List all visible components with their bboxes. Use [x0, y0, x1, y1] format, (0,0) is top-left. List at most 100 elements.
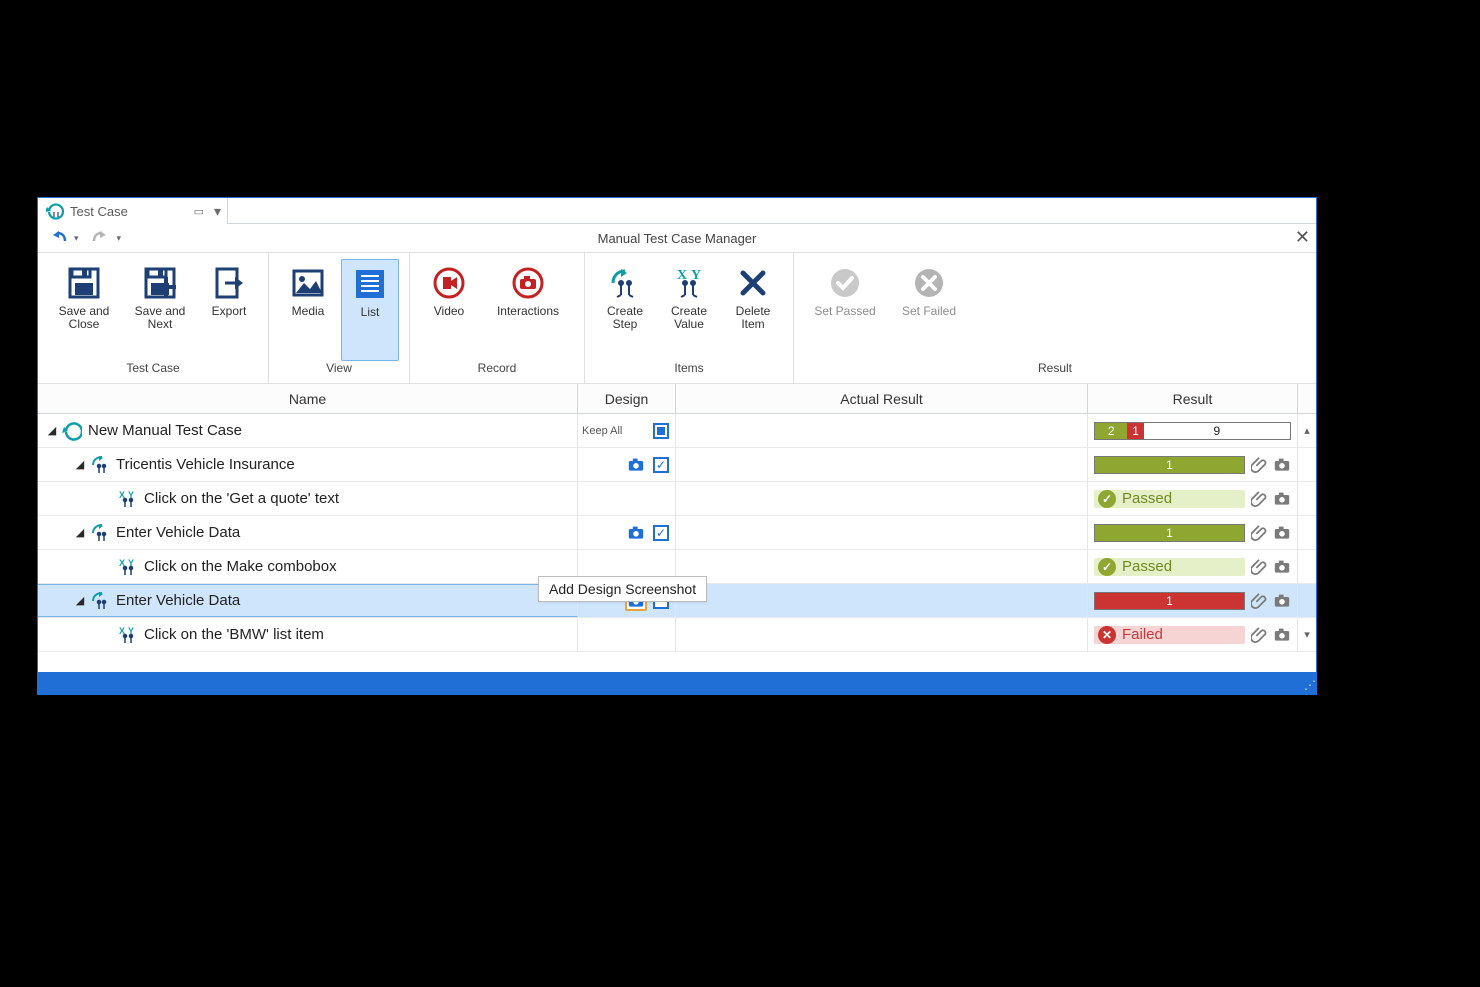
expander-icon[interactable]: ◢ — [74, 526, 86, 539]
scroll-gutter[interactable] — [1298, 482, 1316, 515]
expander-icon[interactable]: ◢ — [74, 594, 86, 607]
attachment-icon[interactable] — [1251, 558, 1267, 576]
cell-name: ◢ Enter Vehicle Data — [38, 584, 578, 617]
camera-icon — [508, 263, 548, 303]
scroll-gutter[interactable] — [1298, 584, 1316, 617]
set-passed-button[interactable]: Set Passed — [804, 259, 886, 361]
cell-actual-result[interactable] — [676, 550, 1088, 583]
camera-icon[interactable] — [1273, 457, 1291, 473]
attachment-icon[interactable] — [1251, 456, 1267, 474]
add-screenshot-button[interactable] — [625, 455, 647, 475]
cell-design: Keep All — [578, 414, 676, 447]
cell-result: 1 — [1088, 516, 1298, 549]
table-row[interactable]: Click on the 'Get a quote' text✓Passed — [38, 482, 1316, 516]
testcase-icon — [46, 202, 64, 220]
media-button[interactable]: Media — [279, 259, 337, 361]
attachment-icon[interactable] — [1251, 490, 1267, 508]
keep-all-label[interactable]: Keep All — [582, 425, 622, 437]
close-button[interactable]: ✕ — [1295, 228, 1310, 246]
result-bar: 219 — [1094, 422, 1291, 440]
table-row[interactable]: ◢ New Manual Test Case Keep All 219 ▴ — [38, 414, 1316, 448]
camera-icon[interactable] — [1273, 593, 1291, 609]
create-step-button[interactable]: Create Step — [595, 259, 655, 361]
status-label: Failed — [1122, 626, 1163, 643]
result-segment: 1 — [1127, 423, 1143, 439]
check-circle-icon: ✓ — [1098, 490, 1116, 508]
checkbox-checked[interactable]: ✓ — [653, 457, 669, 473]
ribbon-group-view: Media List View — [269, 253, 410, 383]
tab-test-case[interactable]: Test Case ▭ ▾ — [38, 198, 228, 224]
video-button[interactable]: Video — [420, 259, 478, 361]
column-header-actual[interactable]: Actual Result — [676, 384, 1088, 413]
redo-button[interactable] — [89, 228, 113, 248]
save-and-close-button[interactable]: Save and Close — [48, 259, 120, 361]
add-screenshot-button[interactable] — [625, 523, 647, 543]
step-icon — [90, 591, 110, 611]
cell-result: ✓ Passed — [1088, 482, 1298, 515]
cell-result: 1 — [1088, 448, 1298, 481]
camera-icon[interactable] — [1273, 559, 1291, 575]
set-failed-button[interactable]: Set Failed — [890, 259, 968, 361]
save-and-next-button[interactable]: Save and Next — [124, 259, 196, 361]
attachment-icon[interactable] — [1251, 626, 1267, 644]
cell-name: ◢ Tricentis Vehicle Insurance — [38, 448, 578, 481]
row-title: Click on the Make combobox — [144, 558, 337, 575]
value-icon — [118, 625, 138, 645]
cell-actual-result[interactable] — [676, 516, 1088, 549]
scroll-gutter[interactable] — [1298, 516, 1316, 549]
row-title: Enter Vehicle Data — [116, 524, 240, 541]
delete-item-button[interactable]: Delete Item — [723, 259, 783, 361]
undo-button[interactable] — [46, 228, 70, 248]
table-row[interactable]: ◢ Enter Vehicle Data ✓ 1 — [38, 516, 1316, 550]
camera-icon[interactable] — [1273, 491, 1291, 507]
header-bar: ▾ ▾ Manual Test Case Manager ✕ — [38, 224, 1316, 252]
camera-icon[interactable] — [1273, 627, 1291, 643]
x-circle-icon — [909, 263, 949, 303]
cell-actual-result[interactable] — [676, 618, 1088, 651]
scroll-gutter[interactable]: ▴ — [1298, 414, 1316, 447]
table-row[interactable]: ◢ Tricentis Vehicle Insurance ✓ 1 — [38, 448, 1316, 482]
video-icon — [429, 263, 469, 303]
create-step-icon — [605, 263, 645, 303]
value-icon — [118, 557, 138, 577]
cell-name: Click on the 'BMW' list item — [38, 618, 578, 651]
column-header-design[interactable]: Design — [578, 384, 676, 413]
cell-actual-result[interactable] — [676, 448, 1088, 481]
cell-actual-result[interactable] — [676, 482, 1088, 515]
cell-actual-result[interactable] — [676, 414, 1088, 447]
check-circle-icon — [825, 263, 865, 303]
attachment-icon[interactable] — [1251, 524, 1267, 542]
chevron-down-icon[interactable]: ▾ — [214, 203, 221, 220]
column-header-result[interactable]: Result — [1088, 384, 1298, 413]
ribbon-group-testcase: Save and Close Save and Next Export Test… — [38, 253, 269, 383]
table-row[interactable]: Click on the 'BMW' list item✕Failed▾ — [38, 618, 1316, 652]
create-value-icon — [669, 263, 709, 303]
cell-actual-result[interactable] — [676, 584, 1088, 617]
ribbon: Save and Close Save and Next Export Test… — [38, 252, 1316, 384]
column-header-name[interactable]: Name — [38, 384, 578, 413]
row-title: Tricentis Vehicle Insurance — [116, 456, 295, 473]
restore-icon[interactable]: ▭ — [194, 205, 204, 218]
resize-grip-icon[interactable]: ⋰ — [1304, 678, 1314, 692]
cell-design: ✓ — [578, 516, 676, 549]
scroll-gutter[interactable]: ▾ — [1298, 618, 1316, 651]
list-button[interactable]: List — [341, 259, 399, 361]
create-value-button[interactable]: Create Value — [659, 259, 719, 361]
cell-name: ◢ New Manual Test Case — [38, 414, 578, 447]
camera-icon[interactable] — [1273, 525, 1291, 541]
expander-icon[interactable]: ◢ — [46, 424, 58, 437]
scroll-gutter[interactable] — [1298, 448, 1316, 481]
checkbox-indeterminate[interactable] — [653, 423, 669, 439]
row-title: New Manual Test Case — [88, 422, 242, 439]
interactions-button[interactable]: Interactions — [482, 259, 574, 361]
status-label: Passed — [1122, 490, 1172, 507]
export-button[interactable]: Export — [200, 259, 258, 361]
attachment-icon[interactable] — [1251, 592, 1267, 610]
scroll-gutter[interactable] — [1298, 550, 1316, 583]
cell-result: ✓Passed — [1088, 550, 1298, 583]
row-title: Enter Vehicle Data — [116, 592, 240, 609]
undo-dropdown-icon[interactable]: ▾ — [74, 233, 79, 244]
expander-icon[interactable]: ◢ — [74, 458, 86, 471]
checkbox-checked[interactable]: ✓ — [653, 525, 669, 541]
redo-dropdown-icon[interactable]: ▾ — [117, 233, 122, 244]
